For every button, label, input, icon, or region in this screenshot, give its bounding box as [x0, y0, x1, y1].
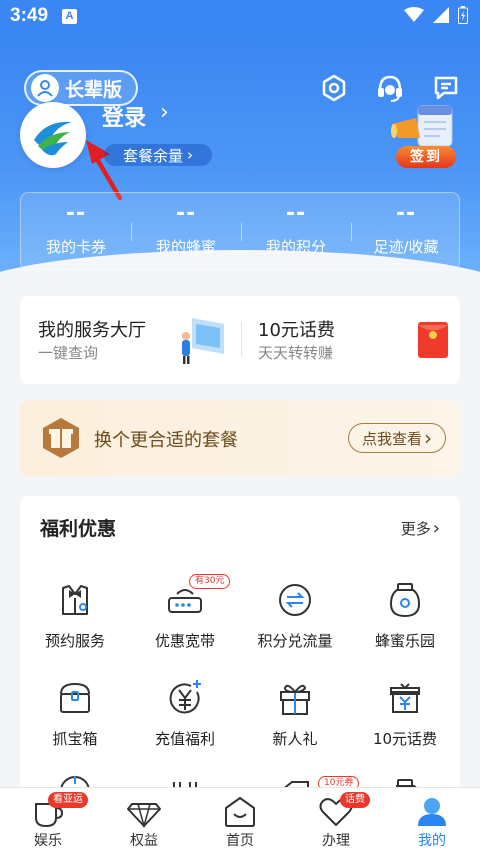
benefit-item-newcomer-gift[interactable]: 新人礼 — [240, 678, 350, 758]
benefit-label: 10元话费 — [372, 730, 438, 748]
phone-credit-title: 10元话费 — [258, 320, 335, 341]
benefit-item-recharge[interactable]: 充值福利 — [130, 678, 240, 758]
signal-icon — [433, 7, 449, 23]
china-mobile-logo-icon — [34, 121, 72, 156]
battery-icon — [458, 6, 468, 24]
service-card: 我的服务大厅 一键查询 10元话费 天天转转赚 — [20, 296, 460, 384]
package-balance-label: 套餐余量 — [122, 146, 183, 165]
stat-label: 我的卡券 — [45, 238, 106, 256]
view-plan-chevron-icon: › — [424, 426, 432, 450]
benefit-label: 抓宝箱 — [52, 730, 98, 748]
benefit-item-broadband[interactable]: 有30元 优惠宽带 — [130, 574, 240, 660]
nav-item-mine[interactable]: 我的 — [384, 788, 480, 853]
stat-label: 足迹/收藏 — [373, 238, 439, 256]
package-chevron-icon: › — [187, 146, 193, 164]
view-plan-label: 点我查看 — [361, 429, 422, 448]
stat-value: -- — [395, 201, 417, 226]
plan-banner[interactable]: 换个更合适的套餐 点我查看 › — [20, 400, 460, 476]
benefit-label: 预约服务 — [44, 632, 105, 650]
nav-item-entertainment[interactable]: 看亚运 娱乐 — [0, 788, 96, 853]
status-time: 3:49 — [10, 5, 49, 26]
stat-value: -- — [175, 201, 197, 226]
nav-label: 权益 — [130, 833, 158, 849]
message-icon[interactable] — [430, 72, 462, 104]
user-icon — [418, 798, 446, 826]
honey-jar-icon — [389, 583, 421, 618]
home-icon — [225, 797, 255, 827]
benefits-more-chevron-icon: › — [432, 517, 440, 539]
service-hall-subtitle: 一键查询 — [38, 344, 99, 362]
broadband-badge: 有30元 — [189, 574, 231, 589]
stat-footprints[interactable]: -- 足迹/收藏 — [351, 201, 461, 257]
status-icons — [404, 6, 468, 24]
wifi-icon — [404, 7, 424, 22]
customer-service-icon[interactable] — [374, 72, 406, 104]
service-hall-title: 我的服务大厅 — [38, 320, 146, 341]
benefits-more-link[interactable]: 更多 › — [401, 518, 440, 539]
elder-mode-label: 长辈版 — [65, 78, 123, 101]
stat-label: 我的积分 — [265, 238, 326, 256]
benefit-label: 充值福利 — [154, 730, 215, 748]
stat-label: 我的蜂蜜 — [155, 238, 216, 256]
benefit-label: 蜂蜜乐园 — [374, 632, 435, 650]
phone-credit-entry[interactable]: 10元话费 天天转转赚 — [242, 296, 460, 384]
benefits-title: 福利优惠 — [40, 518, 117, 540]
phone-credit-subtitle: 天天转转赚 — [258, 344, 334, 362]
treasure-chest-icon — [60, 682, 90, 713]
benefit-item-treasure-chest[interactable]: 抓宝箱 — [20, 678, 130, 758]
notification-a-icon: A — [62, 9, 77, 24]
settings-icon[interactable] — [318, 72, 350, 104]
bottom-nav: 看亚运 娱乐 权益 首页 话费 办理 我的 — [0, 787, 480, 853]
checkin-button[interactable]: 签到 — [396, 146, 456, 168]
nav-item-home[interactable]: 首页 — [192, 788, 288, 853]
stats-card: -- 我的卡券 -- 我的蜂蜜 -- 我的积分 -- 足迹/收藏 — [20, 192, 460, 270]
suit-bowtie-icon — [62, 585, 88, 615]
service-hall-illustration-icon — [182, 318, 224, 364]
benefit-item-honey-park[interactable]: 蜂蜜乐园 — [350, 580, 460, 660]
stat-honey[interactable]: -- 我的蜂蜜 — [131, 201, 241, 257]
nav-item-handle[interactable]: 话费 办理 — [288, 788, 384, 853]
benefit-label: 新人礼 — [272, 730, 318, 748]
nav-label: 我的 — [418, 833, 446, 849]
diamond-icon — [127, 803, 161, 829]
package-balance-button[interactable]: 套餐余量 › — [104, 144, 212, 166]
nav-label: 办理 — [322, 833, 350, 849]
exchange-icon — [279, 584, 311, 616]
yuan-gift-icon — [390, 683, 420, 713]
nav-badge-handle: 话费 — [340, 792, 370, 808]
view-plan-button[interactable]: 点我查看 › — [348, 423, 446, 453]
benefits-card: 福利优惠 更多 › 预约服务 有30元 优惠宽带 积分兑流量 蜂蜜乐园 抓宝箱 … — [20, 496, 460, 796]
gift-badge-icon — [43, 418, 79, 458]
elder-mode-icon — [31, 74, 59, 102]
service-hall-entry[interactable]: 我的服务大厅 一键查询 — [20, 296, 240, 384]
stat-value: -- — [65, 201, 87, 226]
status-bar: 3:49 A — [0, 0, 480, 34]
benefit-label: 优惠宽带 — [154, 632, 215, 650]
stat-value: -- — [285, 201, 307, 226]
benefit-item-appointment[interactable]: 预约服务 — [20, 580, 130, 660]
benefit-label: 积分兑流量 — [257, 632, 333, 650]
stat-points[interactable]: -- 我的积分 — [241, 201, 351, 257]
nav-item-benefits[interactable]: 权益 — [96, 788, 192, 853]
login-chevron-icon: › — [160, 100, 169, 125]
stat-coupons[interactable]: -- 我的卡券 — [21, 201, 131, 257]
benefits-more-label: 更多 — [400, 520, 431, 538]
nav-label: 首页 — [226, 833, 254, 849]
benefit-item-phone-credit[interactable]: 10元话费 — [350, 678, 460, 758]
plan-banner-text: 换个更合适的套餐 — [94, 430, 238, 451]
nav-label: 娱乐 — [34, 833, 62, 849]
red-envelope-icon — [418, 322, 448, 358]
yuan-coin-icon — [169, 680, 201, 714]
avatar[interactable] — [20, 102, 86, 168]
login-link[interactable]: 登录 — [102, 100, 146, 132]
gift-box-icon — [280, 684, 310, 715]
nav-badge-entertainment: 看亚运 — [48, 792, 88, 808]
benefit-item-points-exchange[interactable]: 积分兑流量 — [240, 580, 350, 660]
